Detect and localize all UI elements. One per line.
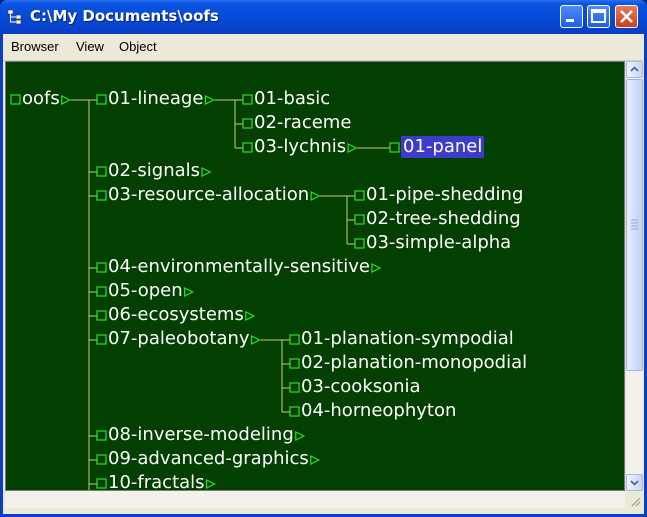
node-box-icon[interactable] [96,190,107,201]
menu-object[interactable]: Object [119,39,157,54]
node-box-icon[interactable] [354,214,365,225]
menu-browser[interactable]: Browser [11,39,59,54]
tree-node-03-simple-alpha[interactable]: 03-simple-alpha [366,232,511,254]
node-box-icon[interactable] [96,310,107,321]
tree-node-01-pipe-shedding[interactable]: 01-pipe-shedding [366,184,523,206]
client-area: Browser View Object oofs 01-lineage 01-bas… [3,34,644,514]
node-box-icon[interactable] [96,478,107,489]
node-box-icon[interactable] [289,358,300,369]
tree-node-02-signals[interactable]: 02-signals [108,160,200,182]
chevron-down-icon [630,480,639,486]
maximize-button[interactable] [587,5,610,28]
title-bar[interactable]: C:\My Documents\oofs [0,0,647,34]
scroll-thumb[interactable] [626,79,643,371]
grip-icon [631,219,638,230]
resize-grip-icon [631,497,641,507]
tree-node-09-advanced-graphics[interactable]: 09-advanced-graphics [108,448,309,470]
close-button[interactable] [615,5,638,28]
tree-node-10-fractals[interactable]: 10-fractals [108,472,205,490]
expand-arrow-icon[interactable] [205,479,216,489]
horizontal-scroll-area [5,491,625,508]
close-icon [620,10,633,23]
tree-node-03-resource-allocation[interactable]: 03-resource-allocation [108,184,309,206]
node-box-icon[interactable] [242,118,253,129]
expand-arrow-icon[interactable] [245,311,256,321]
expand-arrow-icon[interactable] [310,191,321,201]
expand-arrow-icon[interactable] [184,287,194,297]
expand-arrow-icon[interactable] [310,455,321,465]
tree-node-02-raceme[interactable]: 02-raceme [254,112,351,134]
menu-bar: Browser View Object [3,34,644,61]
app-window: C:\My Documents\oofs Browser View Object… [0,0,647,517]
tree-node-02-tree-shedding[interactable]: 02-tree-shedding [366,208,521,230]
node-box-icon[interactable] [96,454,107,465]
tree-node-oofs[interactable]: oofs [22,88,60,110]
node-box-icon[interactable] [354,190,365,201]
vertical-scrollbar[interactable] [625,61,643,491]
tree-node-04-environmentally-sensitive[interactable]: 04-environmentally-sensitive [108,256,370,278]
node-box-icon[interactable] [10,94,21,105]
maximize-icon [591,9,606,23]
node-box-icon[interactable] [242,142,253,153]
node-box-icon[interactable] [96,286,107,297]
tree-node-05-open[interactable]: 05-open [108,280,183,302]
expand-arrow-icon[interactable] [201,167,212,177]
expand-arrow-icon[interactable] [250,335,261,345]
tree-node-01-panel[interactable]: 01-panel [401,136,485,158]
node-box-icon[interactable] [289,382,300,393]
minimize-icon [566,19,574,22]
window-frame: Browser View Object oofs 01-lineage 01-bas… [0,34,647,517]
tree-node-03-cooksonia[interactable]: 03-cooksonia [301,376,421,398]
expand-arrow-icon[interactable] [295,431,306,441]
window-title: C:\My Documents\oofs [30,7,219,25]
tree-node-01-planation-sympodial[interactable]: 01-planation-sympodial [301,328,514,350]
tree-app-icon [7,9,22,25]
expand-arrow-icon[interactable] [347,143,358,153]
scroll-up-button[interactable] [626,61,643,78]
tree-node-06-ecosystems[interactable]: 06-ecosystems [108,304,244,326]
menu-view[interactable]: View [76,39,104,54]
node-box-icon[interactable] [96,334,107,345]
node-box-icon[interactable] [242,94,253,105]
tree-node-04-horneophyton[interactable]: 04-horneophyton [301,400,456,422]
expand-arrow-icon[interactable] [204,95,215,105]
tree-node-02-planation-monopodial[interactable]: 02-planation-monopodial [301,352,527,374]
minimize-button[interactable] [560,5,583,28]
tree-node-08-inverse-modeling[interactable]: 08-inverse-modeling [108,424,294,446]
node-box-icon[interactable] [289,334,300,345]
expand-arrow-icon[interactable] [61,95,72,105]
node-box-icon[interactable] [96,262,107,273]
chevron-up-icon [630,66,639,72]
node-box-icon[interactable] [96,166,107,177]
node-box-icon[interactable] [289,406,300,417]
tree-node-07-paleobotany[interactable]: 07-paleobotany [108,328,250,350]
node-box-icon[interactable] [96,430,107,441]
tree-node-03-lychnis[interactable]: 03-lychnis [254,136,346,158]
object-browser-tree[interactable]: oofs 01-lineage 01-basic 02-raceme 03-lychni… [5,61,625,491]
tree-node-01-basic[interactable]: 01-basic [254,88,330,110]
expand-arrow-icon[interactable] [371,263,382,273]
node-box-icon[interactable] [96,94,107,105]
scroll-down-button[interactable] [626,474,643,491]
resize-corner [625,491,642,508]
tree-node-01-lineage[interactable]: 01-lineage [108,88,203,110]
node-box-icon[interactable] [354,238,365,249]
node-box-icon[interactable] [389,142,400,153]
